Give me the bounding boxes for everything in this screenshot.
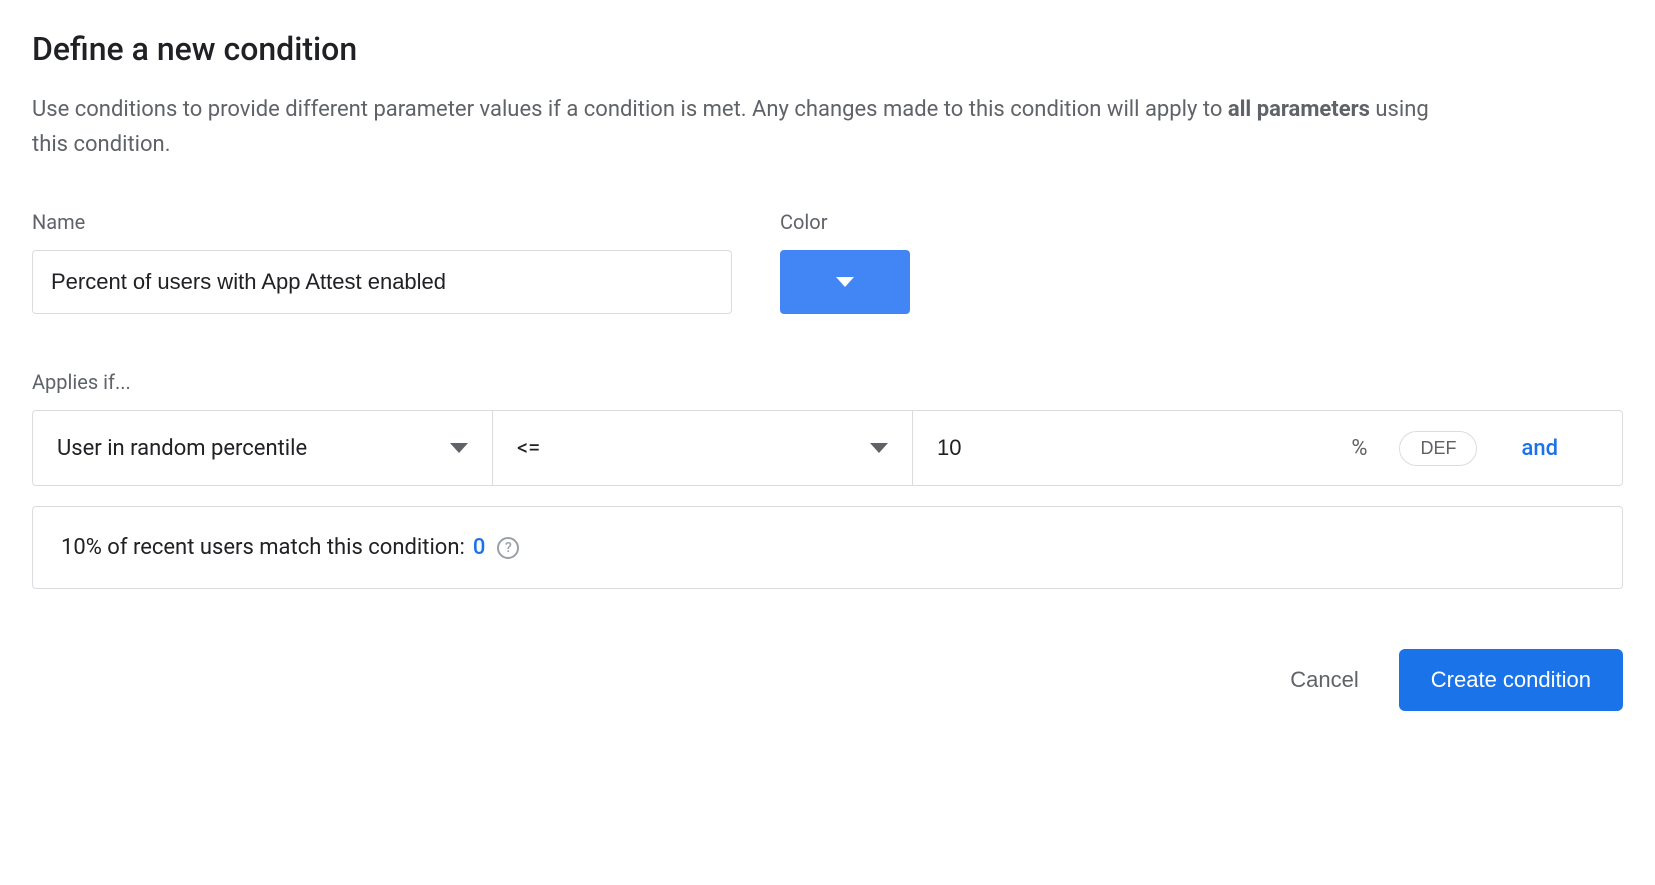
condition-value-segment: % DEF and — [913, 411, 1622, 485]
create-condition-button[interactable]: Create condition — [1399, 649, 1623, 711]
help-icon[interactable]: ? — [497, 537, 519, 559]
applies-if-label: Applies if... — [32, 370, 1623, 394]
percent-suffix: % — [1351, 436, 1367, 461]
description-text: Use conditions to provide different para… — [32, 92, 1432, 162]
condition-type-dropdown[interactable]: User in random percentile — [33, 411, 493, 485]
page-title: Define a new condition — [32, 30, 1623, 68]
condition-operator-dropdown[interactable]: <= — [493, 411, 913, 485]
name-field-group: Name — [32, 210, 732, 314]
description-bold: all parameters — [1228, 97, 1370, 122]
condition-type-text: User in random percentile — [57, 436, 307, 461]
chevron-down-icon — [450, 443, 468, 453]
match-info-box: 10% of recent users match this condition… — [32, 506, 1623, 589]
cancel-button[interactable]: Cancel — [1282, 655, 1366, 705]
condition-row: User in random percentile <= % DEF and — [32, 410, 1623, 486]
name-label: Name — [32, 210, 732, 234]
percentile-value-input[interactable] — [937, 411, 1335, 485]
chevron-down-icon — [870, 443, 888, 453]
match-info-text: 10% of recent users match this condition… — [61, 535, 465, 560]
caret-down-icon — [836, 277, 854, 287]
color-field-group: Color — [780, 210, 910, 314]
operator-text: <= — [517, 436, 540, 461]
match-count: 0 — [473, 535, 486, 560]
color-picker-button[interactable] — [780, 250, 910, 314]
footer-actions: Cancel Create condition — [32, 649, 1623, 711]
def-chip-button[interactable]: DEF — [1399, 431, 1477, 466]
field-row: Name Color — [32, 210, 1623, 314]
and-link[interactable]: and — [1493, 436, 1598, 461]
name-input[interactable] — [32, 250, 732, 314]
color-label: Color — [780, 210, 910, 234]
description-prefix: Use conditions to provide different para… — [32, 97, 1228, 122]
